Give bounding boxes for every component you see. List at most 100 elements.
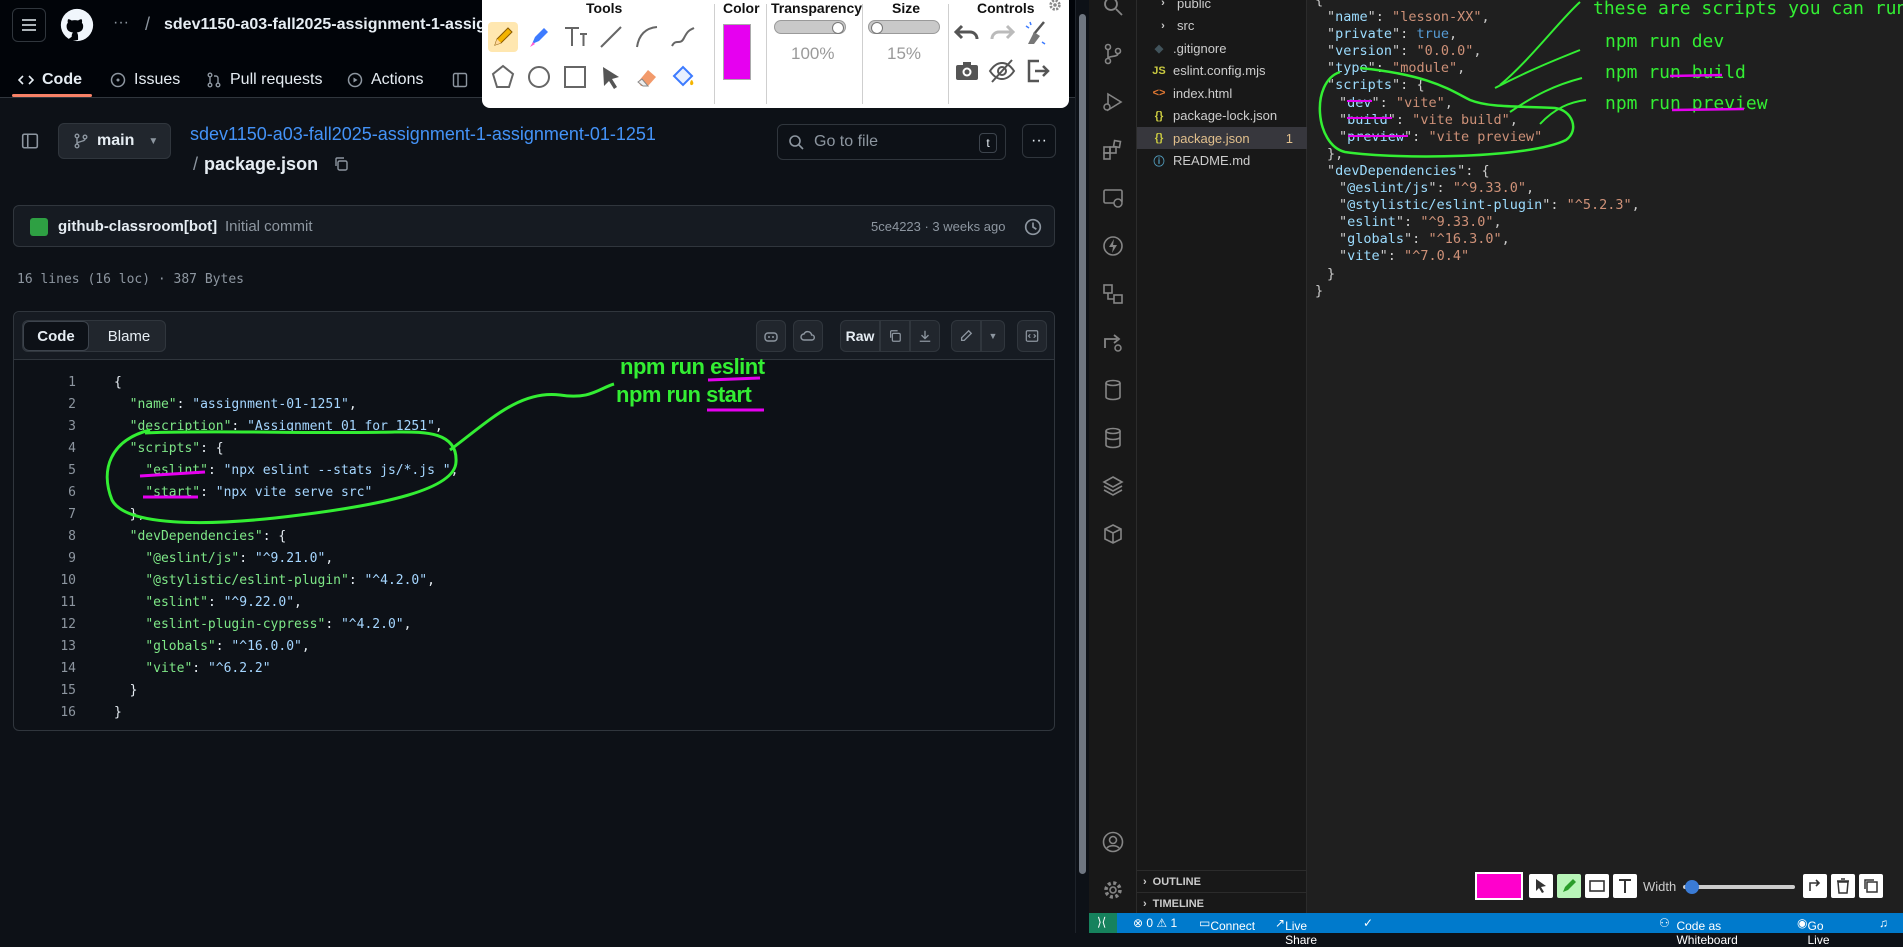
line-number[interactable]: 6 xyxy=(14,482,76,504)
outline-section[interactable]: › OUTLINE xyxy=(1137,870,1307,892)
gear-icon[interactable] xyxy=(1101,878,1125,902)
curve-tool-icon[interactable] xyxy=(668,22,698,52)
line-number[interactable]: 7 xyxy=(14,504,76,526)
transparency-slider[interactable] xyxy=(774,20,846,34)
wb-text-button[interactable] xyxy=(1613,874,1637,898)
undo-icon[interactable] xyxy=(952,18,982,48)
codespaces-button[interactable] xyxy=(793,320,823,352)
line-number[interactable]: 4 xyxy=(14,438,76,460)
line-number[interactable]: 2 xyxy=(14,394,76,416)
tab-code[interactable]: Code xyxy=(18,66,82,94)
wb-pen-button[interactable] xyxy=(1557,874,1581,898)
commit-meta[interactable]: 5ce4223 · 3 weeks ago xyxy=(871,219,1005,234)
bell-icon[interactable]: ♫ xyxy=(1879,916,1888,930)
menu-button[interactable] xyxy=(12,8,46,42)
copy-icon[interactable] xyxy=(333,156,349,172)
circle-tool-icon[interactable] xyxy=(524,62,554,92)
redo-icon[interactable] xyxy=(987,18,1017,48)
symbols-button[interactable] xyxy=(1017,320,1047,352)
extensions-icon[interactable] xyxy=(1101,138,1125,162)
edit-button[interactable] xyxy=(951,320,981,352)
toggle-file-tree-button[interactable] xyxy=(17,128,43,154)
remote-explorer-icon[interactable] xyxy=(1101,186,1125,210)
database-stack-icon[interactable] xyxy=(1101,426,1125,450)
explorer-item[interactable]: › src xyxy=(1137,15,1307,37)
clear-icon[interactable] xyxy=(1022,18,1052,48)
pointer-tool-icon[interactable] xyxy=(596,62,626,92)
explorer-item[interactable]: <> index.html xyxy=(1137,82,1307,104)
cube-icon[interactable] xyxy=(1101,522,1125,546)
line-number[interactable]: 13 xyxy=(14,636,76,658)
wb-redo-button[interactable] xyxy=(1803,874,1827,898)
layers-icon[interactable] xyxy=(1101,474,1125,498)
github-logo-icon[interactable] xyxy=(60,8,94,42)
line-number[interactable]: 9 xyxy=(14,548,76,570)
github-scrollbar[interactable] xyxy=(1075,0,1089,933)
line-number[interactable]: 5 xyxy=(14,460,76,482)
text-tool-icon[interactable] xyxy=(560,22,590,52)
go-to-file-input[interactable]: Go to file t xyxy=(777,124,1006,160)
more-icon[interactable]: ··· xyxy=(113,14,129,32)
wb-rect-button[interactable] xyxy=(1585,874,1609,898)
exit-icon[interactable] xyxy=(1022,56,1052,86)
line-number[interactable]: 14 xyxy=(14,658,76,680)
problems-indicator[interactable]: ⊗ 0 ⚠ 1 xyxy=(1133,916,1177,930)
repo-link[interactable]: sdev1150-a03-fall2025-assignment-1-assig… xyxy=(190,124,656,145)
pencil-tool-icon[interactable] xyxy=(488,22,518,52)
wb-width-slider[interactable] xyxy=(1683,880,1795,894)
hide-icon[interactable] xyxy=(987,56,1017,86)
marker-tool-icon[interactable] xyxy=(524,22,554,52)
edit-dropdown-button[interactable]: ▼ xyxy=(981,320,1005,352)
code-lines[interactable]: 1{2 "name": "assignment-01-1251", 3 "desc… xyxy=(14,372,1054,724)
branch-selector[interactable]: main ▼ xyxy=(58,123,171,159)
go-live-item[interactable]: ◉ Go Live xyxy=(1797,916,1830,947)
raw-button[interactable]: Raw xyxy=(840,320,880,352)
line-tool-icon[interactable] xyxy=(596,22,626,52)
search-icon[interactable] xyxy=(1101,0,1125,18)
slider-knob[interactable] xyxy=(871,22,883,34)
tab-issues[interactable]: Issues xyxy=(110,66,180,94)
slider-knob[interactable] xyxy=(1685,880,1699,894)
commit-author[interactable]: github-classroom[bot] xyxy=(58,218,217,235)
copy-raw-button[interactable] xyxy=(880,320,910,352)
more-options-button[interactable]: ··· xyxy=(1022,124,1056,158)
explorer-item[interactable]: JS eslint.config.mjs xyxy=(1137,60,1307,82)
color-swatch[interactable] xyxy=(723,24,751,80)
whiteboard-item[interactable]: ⚇ Code as Whiteboard xyxy=(1659,916,1738,947)
repo-short-name[interactable]: sdev1150-a03-fall2025-assignment-1-assig… xyxy=(164,16,482,34)
history-icon[interactable] xyxy=(1024,218,1042,236)
tab-actions[interactable]: Actions xyxy=(347,66,423,94)
line-number[interactable]: 11 xyxy=(14,592,76,614)
explorer-item[interactable]: ◆ .gitignore xyxy=(1137,37,1307,59)
wb-select-button[interactable] xyxy=(1529,874,1553,898)
line-number[interactable]: 16 xyxy=(14,702,76,724)
line-number[interactable]: 8 xyxy=(14,526,76,548)
commit-message[interactable]: Initial commit xyxy=(225,218,313,235)
explorer-item[interactable]: {} package.json 1 xyxy=(1137,127,1307,149)
wb-copy-button[interactable] xyxy=(1859,874,1883,898)
slider-knob[interactable] xyxy=(832,22,844,34)
gear-icon[interactable] xyxy=(1048,0,1062,12)
line-number[interactable]: 12 xyxy=(14,614,76,636)
line-number[interactable]: 3 xyxy=(14,416,76,438)
rectangle-tool-icon[interactable] xyxy=(560,62,590,92)
tab-blame-view[interactable]: Blame xyxy=(93,321,165,351)
explorer-item[interactable]: › public xyxy=(1137,0,1307,14)
download-button[interactable] xyxy=(910,320,940,352)
avatar[interactable] xyxy=(30,218,48,236)
line-number[interactable]: 15 xyxy=(14,680,76,702)
tab-pull-requests[interactable]: Pull requests xyxy=(206,66,323,94)
connect-item[interactable]: ▭ Connect xyxy=(1199,916,1255,933)
arc-tool-icon[interactable] xyxy=(632,22,662,52)
shapes-icon[interactable] xyxy=(1101,282,1125,306)
wb-color-swatch[interactable] xyxy=(1475,872,1523,900)
line-number[interactable]: 10 xyxy=(14,570,76,592)
timeline-section[interactable]: › TIMELINE xyxy=(1137,892,1307,914)
scrollbar-thumb[interactable] xyxy=(1079,14,1086,874)
run-debug-icon[interactable] xyxy=(1101,90,1125,114)
lightning-icon[interactable] xyxy=(1101,234,1125,258)
database-icon[interactable] xyxy=(1101,378,1125,402)
line-number[interactable]: 1 xyxy=(14,372,76,394)
fill-tool-icon[interactable] xyxy=(668,62,698,92)
copilot-button[interactable] xyxy=(756,320,786,352)
